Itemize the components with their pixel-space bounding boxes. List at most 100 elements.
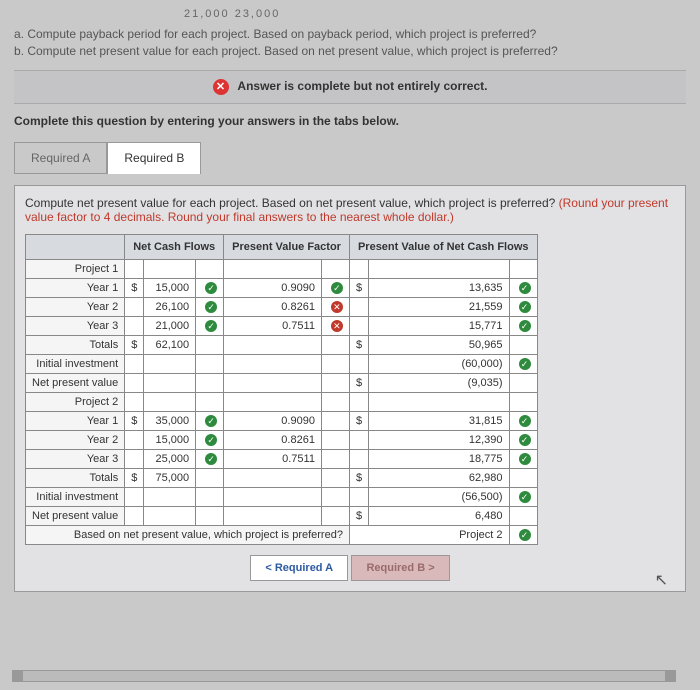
th-blank [26,234,125,259]
mark-cell [196,507,224,526]
netcash-cell[interactable]: 25,000 [144,450,196,469]
mark-cell [321,335,349,354]
currency-cell [125,354,144,373]
mark-cell: ✓ [509,431,537,450]
pvflow-cell[interactable]: 13,635 [369,278,509,297]
pvfactor-cell[interactable]: 0.7511 [224,450,322,469]
netcash-cell[interactable] [144,354,196,373]
final-answer-cell[interactable]: Project 2 [349,526,509,545]
pvflow-cell[interactable]: (9,035) [369,373,509,392]
check-icon: ✓ [519,453,531,465]
netcash-cell[interactable]: 75,000 [144,469,196,488]
pvflow-cell[interactable]: 6,480 [369,507,509,526]
currency-cell [125,488,144,507]
mark-cell: ✓ [196,297,224,316]
status-text: Answer is complete but not entirely corr… [237,79,487,93]
prev-required-a-button[interactable]: < Required A [250,555,348,581]
netcash-cell[interactable] [144,488,196,507]
pvflow-cell[interactable]: 12,390 [369,431,509,450]
netcash-cell[interactable]: 26,100 [144,297,196,316]
check-icon: ✓ [519,529,531,541]
pvflow-cell[interactable] [369,392,509,411]
currency-cell [125,259,144,278]
horizontal-scrollbar[interactable] [12,670,676,682]
check-icon: ✓ [205,434,217,446]
currency-cell [125,316,144,335]
pvfactor-cell[interactable] [224,392,322,411]
pvflow-cell[interactable]: (60,000) [369,354,509,373]
pvfactor-cell[interactable] [224,259,322,278]
pvfactor-cell[interactable]: 0.9090 [224,278,322,297]
row-label: Project 2 [26,392,125,411]
pvfactor-cell[interactable] [224,373,322,392]
pvfactor-cell[interactable] [224,335,322,354]
th-pvflows: Present Value of Net Cash Flows [349,234,537,259]
question-b: b. Compute net present value for each pr… [14,43,686,60]
currency-cell [349,450,368,469]
tab-required-b[interactable]: Required B [107,142,201,174]
currency-cell [349,259,368,278]
pvfactor-cell[interactable] [224,488,322,507]
pvflow-cell[interactable] [369,259,509,278]
mark-cell [321,259,349,278]
pvfactor-cell[interactable]: 0.8261 [224,297,322,316]
next-required-b-button[interactable]: Required B > [351,555,449,581]
pvfactor-cell[interactable]: 0.8261 [224,431,322,450]
pvfactor-cell[interactable] [224,354,322,373]
pvflow-cell[interactable]: 21,559 [369,297,509,316]
netcash-cell[interactable]: 35,000 [144,411,196,430]
pvflow-cell[interactable]: 18,775 [369,450,509,469]
table-row: Totals$62,100$50,965 [26,335,538,354]
mark-cell [321,469,349,488]
mark-cell [321,392,349,411]
pvfactor-cell[interactable]: 0.9090 [224,411,322,430]
pvflow-cell[interactable]: 15,771 [369,316,509,335]
currency-cell [349,316,368,335]
netcash-cell[interactable] [144,373,196,392]
question-a: a. Compute payback period for each proje… [14,26,686,43]
mark-cell: ✓ [196,278,224,297]
check-icon: ✓ [519,320,531,332]
pvflow-cell[interactable]: (56,500) [369,488,509,507]
row-label: Net present value [26,373,125,392]
mark-cell [321,354,349,373]
netcash-cell[interactable]: 15,000 [144,278,196,297]
check-icon: ✓ [519,282,531,294]
netcash-cell[interactable]: 62,100 [144,335,196,354]
mark-cell [196,335,224,354]
table-row: Initial investment(56,500)✓ [26,488,538,507]
mark-cell [321,431,349,450]
pvflow-cell[interactable]: 50,965 [369,335,509,354]
pvflow-cell[interactable]: 62,980 [369,469,509,488]
npv-table: Net Cash Flows Present Value Factor Pres… [25,234,538,546]
mark-cell [321,507,349,526]
pvfactor-cell[interactable] [224,469,322,488]
check-icon: ✓ [519,415,531,427]
scroll-right-button[interactable] [665,671,675,681]
pvfactor-cell[interactable] [224,507,322,526]
table-row: Project 2 [26,392,538,411]
currency-cell [125,450,144,469]
currency-cell [125,431,144,450]
row-label: Year 1 [26,411,125,430]
currency-cell [125,392,144,411]
scroll-left-button[interactable] [13,671,23,681]
check-icon: ✓ [331,282,343,294]
row-label: Year 1 [26,278,125,297]
pvfactor-cell[interactable]: 0.7511 [224,316,322,335]
mark-cell [321,411,349,430]
currency-cell: $ [125,335,144,354]
mark-cell: ✓ [509,297,537,316]
netcash-cell[interactable]: 21,000 [144,316,196,335]
netcash-cell[interactable]: 15,000 [144,431,196,450]
check-icon: ✓ [519,434,531,446]
mark-cell [321,488,349,507]
netcash-cell[interactable] [144,392,196,411]
tab-required-a[interactable]: Required A [14,142,107,174]
mark-cell [196,469,224,488]
netcash-cell[interactable] [144,259,196,278]
status-bar: ✕ Answer is complete but not entirely co… [14,70,686,104]
pvflow-cell[interactable]: 31,815 [369,411,509,430]
row-label: Initial investment [26,354,125,373]
netcash-cell[interactable] [144,507,196,526]
